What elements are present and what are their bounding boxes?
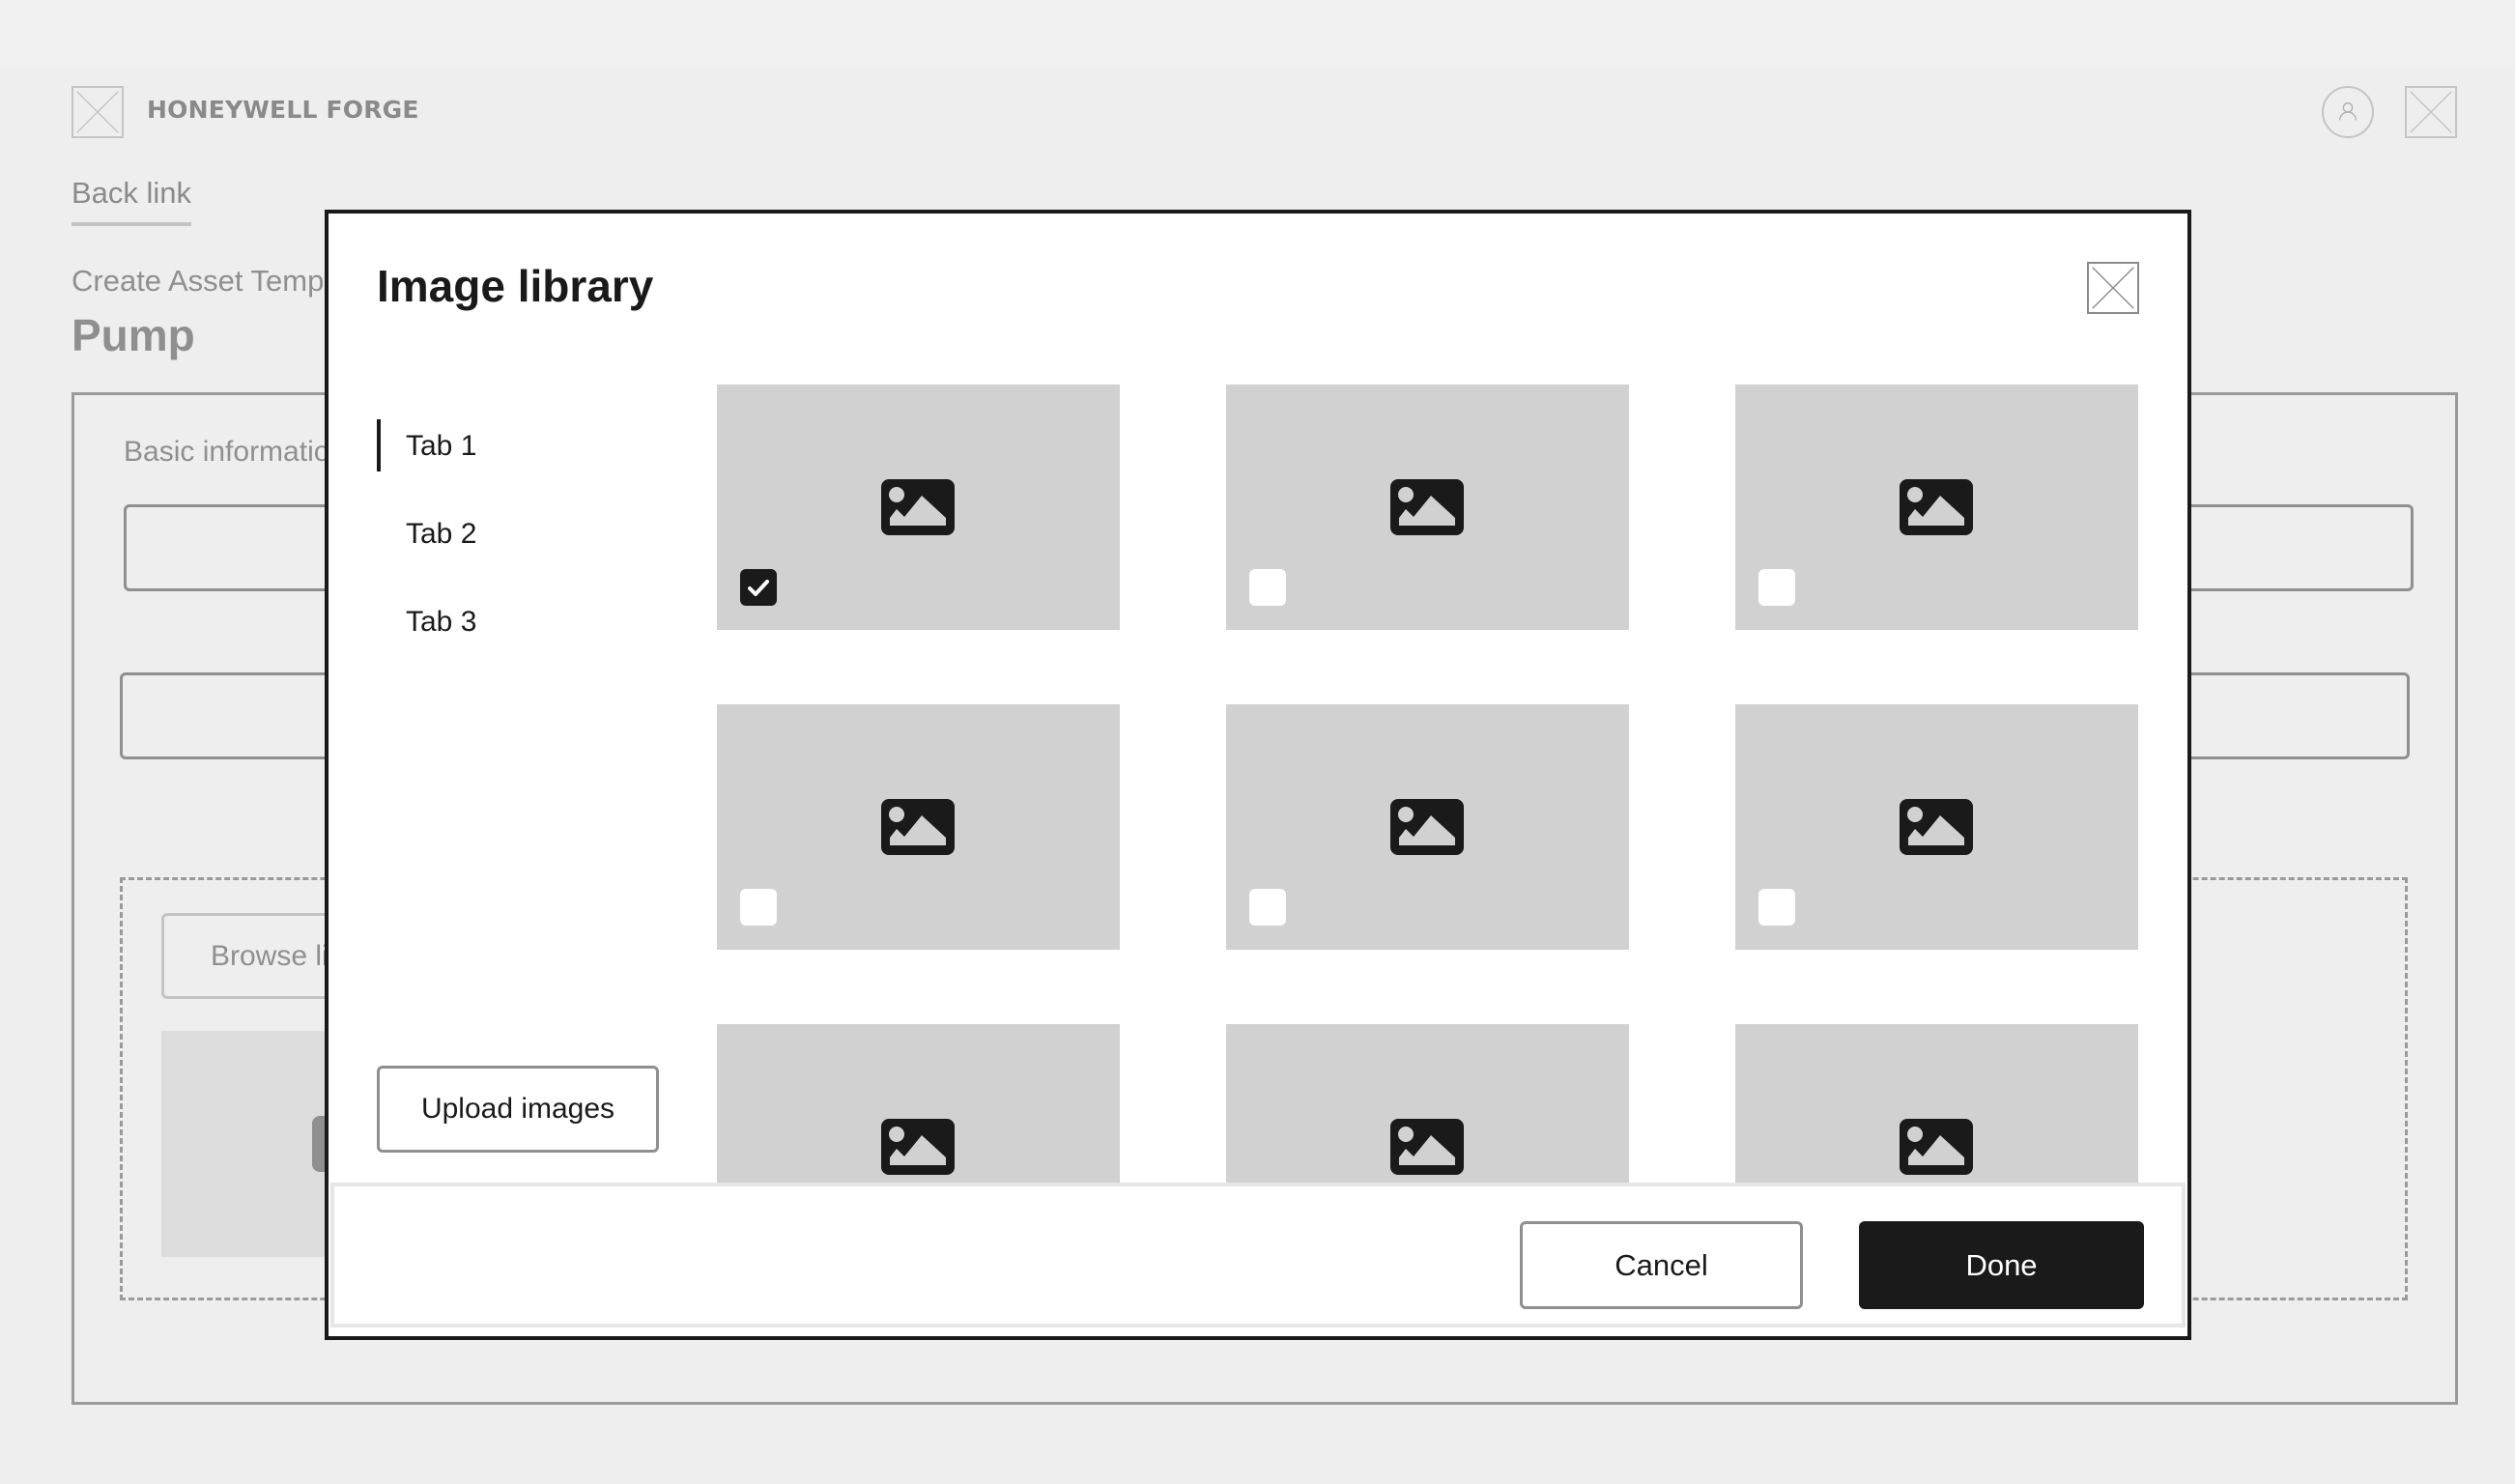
image-grid-scroll-area[interactable] [717,385,2147,1183]
image-card[interactable] [717,385,1120,630]
image-icon [1900,479,1973,535]
image-checkbox[interactable] [1249,889,1286,926]
tab-2[interactable]: Tab 2 [377,490,647,578]
done-button[interactable]: Done [1859,1221,2144,1309]
image-card[interactable] [1735,704,2138,950]
image-card[interactable] [1735,385,2138,630]
modal-footer: Cancel Done [330,1183,2186,1327]
image-card[interactable] [1226,1024,1629,1183]
image-checkbox[interactable] [1758,569,1795,606]
cancel-button[interactable]: Cancel [1520,1221,1803,1309]
page-title: Pump [71,310,195,360]
brand-name: HONEYWELL FORGE [147,96,419,124]
image-card[interactable] [717,704,1120,950]
tab-1[interactable]: Tab 1 [377,402,647,490]
image-card[interactable] [1226,704,1629,950]
user-avatar-button[interactable] [2322,86,2374,138]
tab-list: Tab 1 Tab 2 Tab 3 [377,402,647,666]
image-icon [881,1119,955,1175]
image-checkbox[interactable] [1758,889,1795,926]
image-checkbox[interactable] [1249,569,1286,606]
image-card[interactable] [717,1024,1120,1183]
modal-title: Image library [377,261,654,311]
upload-images-button[interactable]: Upload images [377,1066,659,1153]
section-label: Basic information [124,436,347,468]
image-checkbox-checked[interactable] [740,569,777,606]
image-icon [881,799,955,855]
image-icon [1900,1119,1973,1175]
image-card[interactable] [1735,1024,2138,1183]
tab-label: Tab 3 [406,605,477,638]
tab-label: Tab 2 [406,517,477,550]
image-card[interactable] [1226,385,1629,630]
tab-label: Tab 1 [406,429,477,462]
close-button[interactable] [2087,262,2139,314]
image-icon [881,479,955,535]
image-checkbox[interactable] [740,889,777,926]
user-icon [2338,102,2358,121]
image-icon [1390,799,1464,855]
menu-placeholder-icon[interactable] [2405,86,2457,138]
image-library-modal: Image library Tab 1 Tab 2 Tab 3 Upload i… [325,210,2191,1340]
image-icon [1900,799,1973,855]
checkmark-icon [748,580,769,596]
image-grid [717,385,2138,1183]
back-link[interactable]: Back link [71,176,192,226]
image-icon [1390,1119,1464,1175]
close-icon [2092,267,2134,309]
tab-3[interactable]: Tab 3 [377,578,647,666]
logo-placeholder-icon [71,86,124,138]
image-icon [1390,479,1464,535]
